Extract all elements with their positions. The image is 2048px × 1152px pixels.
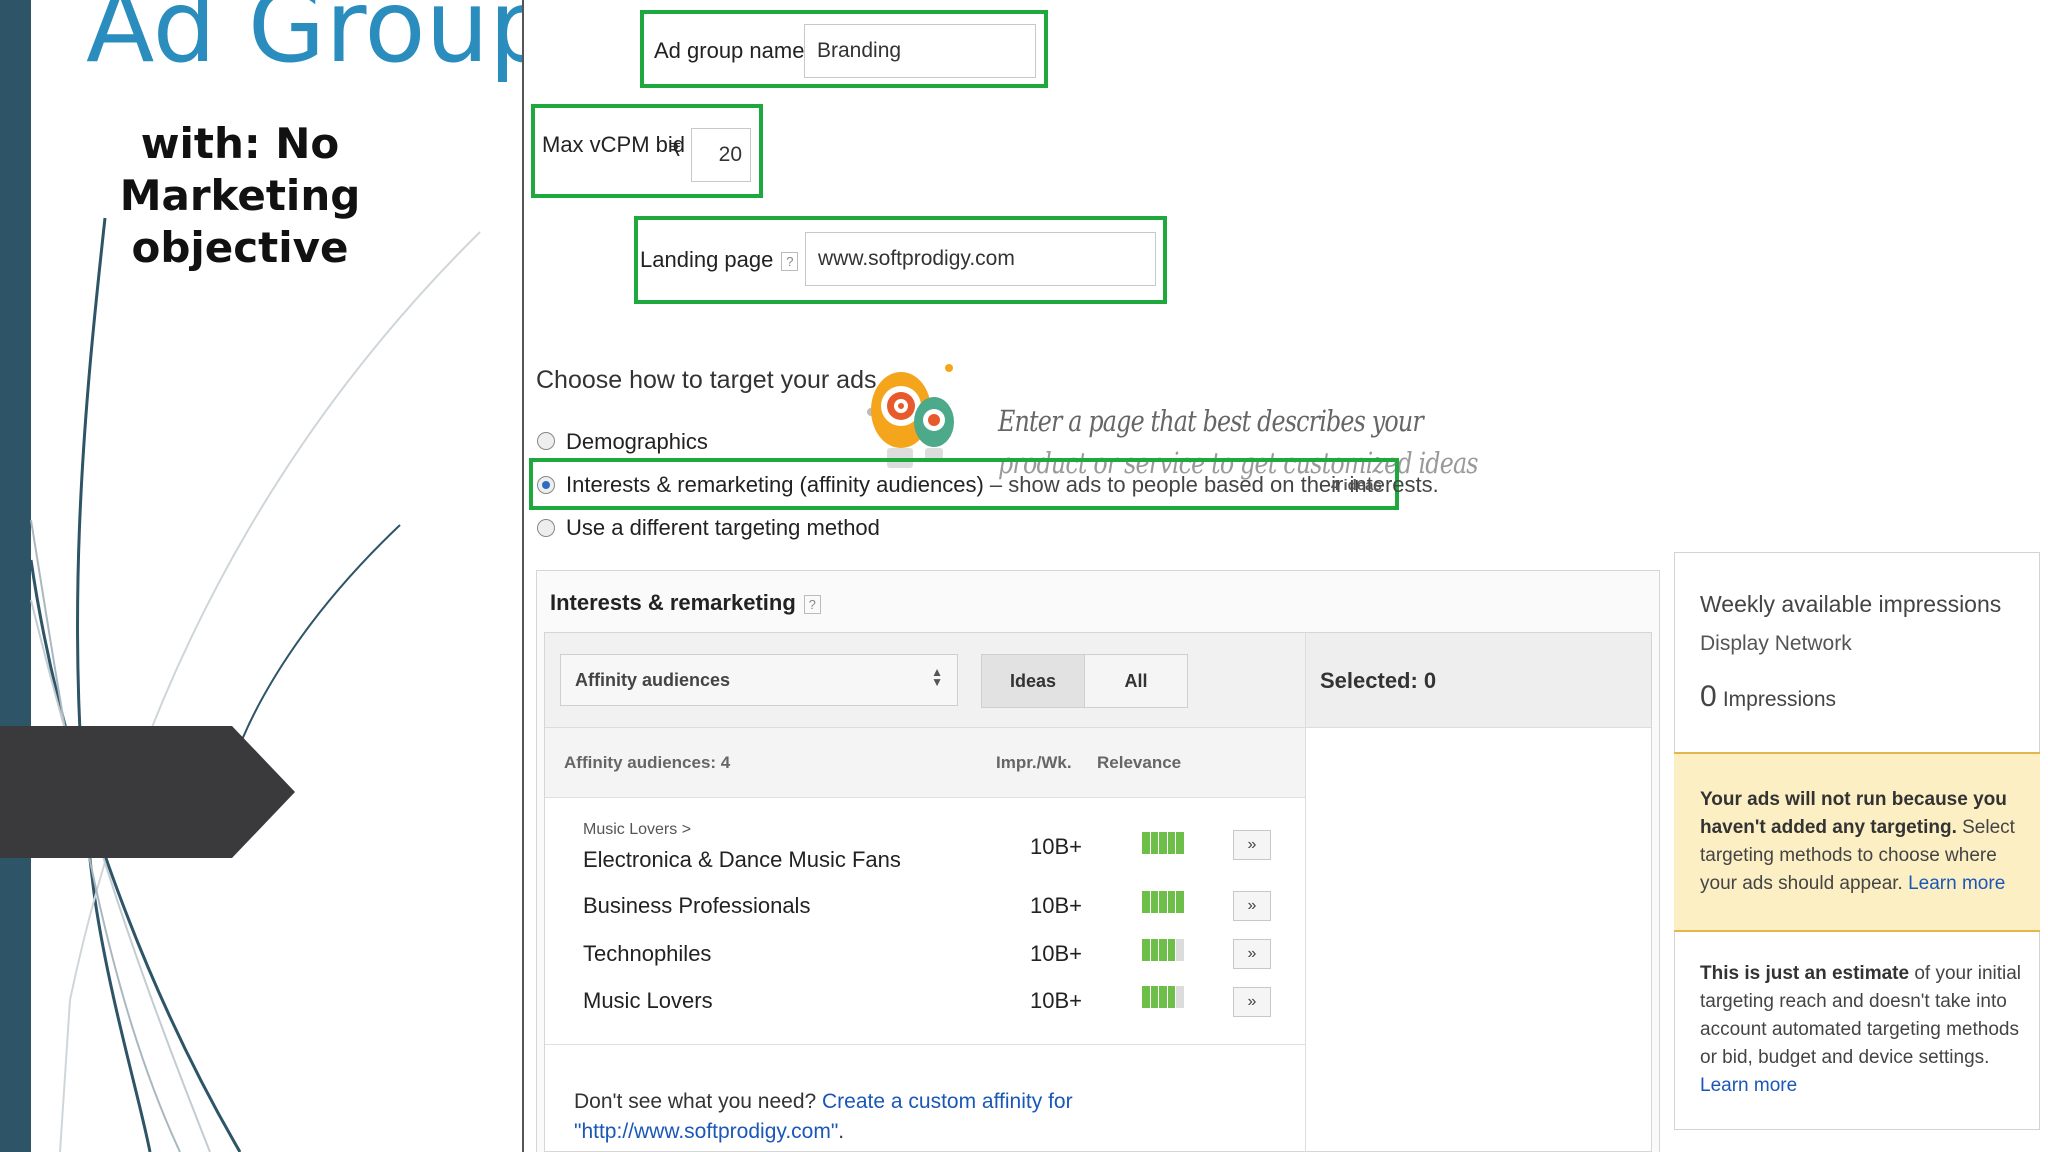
- tab-all[interactable]: All: [1084, 654, 1188, 708]
- relevance-bar-segment: [1176, 832, 1184, 854]
- estimate-note: This is just an estimate of your initial…: [1700, 960, 2026, 1100]
- row-audience-name: Technophiles: [583, 941, 712, 966]
- row-parent-category: Music Lovers >: [583, 821, 692, 838]
- row-impressions: 10B+: [1030, 988, 1082, 1013]
- relevance-bar-segment: [1167, 891, 1176, 913]
- col-header-relevance: Relevance: [1097, 753, 1182, 772]
- weekly-impressions-title: Weekly available impressions: [1700, 591, 2002, 617]
- max-vcpm-value: 20: [718, 143, 742, 166]
- relevance-bar-segment: [1176, 986, 1184, 1008]
- help-icon[interactable]: ?: [781, 251, 799, 271]
- relevance-bar-segment: [1150, 832, 1159, 854]
- rupee-icon: ₹: [670, 140, 682, 160]
- create-custom-affinity-link[interactable]: Create a custom affinity for: [822, 1090, 1073, 1113]
- warning-text: Your ads will not run because you haven'…: [1700, 786, 2020, 898]
- list-header-count: Affinity audiences: 4: [564, 753, 731, 772]
- slide-title: Ad Group: [86, 0, 524, 85]
- max-vcpm-label: Max vCPM bid: [542, 132, 686, 157]
- relevance-bar-segment: [1150, 939, 1159, 961]
- radio-interests-remarketing[interactable]: [537, 476, 555, 494]
- impressions-label: Impressions: [1722, 688, 1837, 711]
- relevance-bars: [1142, 986, 1184, 1008]
- panel-column-divider: [1305, 728, 1306, 1152]
- list-footer-divider: [545, 1044, 1305, 1045]
- add-audience-button[interactable]: »: [1233, 939, 1271, 969]
- targeting-heading: Choose how to target your ads: [536, 366, 877, 394]
- relevance-bar-segment: [1176, 891, 1184, 913]
- landing-page-label-text: Landing page: [640, 247, 774, 272]
- landing-page-input[interactable]: www.softprodigy.com: [805, 232, 1156, 286]
- relevance-bars: [1142, 832, 1184, 854]
- add-audience-button[interactable]: »: [1233, 987, 1271, 1017]
- relevance-bar-segment: [1159, 832, 1167, 854]
- landing-page-value: www.softprodigy.com: [818, 247, 1015, 270]
- network-name: Display Network: [1700, 632, 1852, 655]
- relevance-bar-segment: [1142, 832, 1150, 854]
- add-audience-button[interactable]: »: [1233, 830, 1271, 860]
- interests-panel-title-text: Interests & remarketing: [550, 590, 796, 615]
- vertical-divider: [522, 0, 524, 1152]
- relevance-bar-segment: [1176, 939, 1184, 961]
- relevance-bar-segment: [1150, 891, 1159, 913]
- ad-group-name-label: Ad group name: [654, 38, 805, 63]
- relevance-bar-segment: [1167, 832, 1176, 854]
- ad-group-form: Ad group name Branding Max vCPM bid ₹ 20…: [526, 0, 2048, 1152]
- ad-group-name-input[interactable]: Branding: [804, 24, 1036, 78]
- custom-affinity-url-link[interactable]: "http://www.softprodigy.com": [574, 1120, 838, 1143]
- row-impressions: 10B+: [1030, 893, 1082, 918]
- col-header-impressions: Impr./Wk.: [996, 753, 1072, 772]
- radio-label-interests[interactable]: Interests & remarketing (affinity audien…: [566, 472, 1439, 498]
- relevance-bars: [1142, 891, 1184, 913]
- interests-option-label: Interests & remarketing (affinity audien…: [566, 472, 984, 497]
- row-audience-name: Music Lovers: [583, 988, 713, 1013]
- landing-page-label: Landing page?: [640, 247, 799, 273]
- radio-label-demographics[interactable]: Demographics: [566, 429, 708, 455]
- row-audience-name: Electronica & Dance Music Fans: [583, 847, 901, 872]
- radio-demographics[interactable]: [537, 432, 555, 450]
- footer-end: .: [838, 1120, 845, 1143]
- ad-group-name-value: Branding: [817, 39, 902, 62]
- learn-more-link-2[interactable]: Learn more: [1700, 1075, 1797, 1096]
- learn-more-link[interactable]: Learn more: [1908, 873, 2005, 894]
- estimate-bold: This is just an estimate: [1700, 963, 1910, 984]
- relevance-bar-segment: [1167, 939, 1176, 961]
- selected-count: Selected: 0: [1320, 668, 1437, 693]
- audience-type-dropdown[interactable]: Affinity audiences ▲ ▼: [560, 654, 958, 706]
- slide-subtitle: with: No Marketing objective: [119, 119, 361, 272]
- impressions-total: 0 Impressions: [1700, 680, 1836, 714]
- updown-arrows-icon: ▲ ▼: [931, 665, 943, 689]
- tab-ideas[interactable]: Ideas: [981, 654, 1085, 708]
- relevance-bar-segment: [1159, 986, 1167, 1008]
- custom-affinity-prompt: Don't see what you need? Create a custom…: [574, 1087, 1073, 1147]
- impressions-count: 0: [1700, 680, 1717, 713]
- relevance-bar-segment: [1142, 891, 1150, 913]
- slide-panel: Ad Group with: No Marketing objective: [0, 0, 524, 1152]
- relevance-bar-segment: [1150, 986, 1159, 1008]
- audience-type-value: Affinity audiences: [575, 669, 731, 690]
- row-audience-name: Business Professionals: [583, 893, 811, 918]
- radio-label-different-method[interactable]: Use a different targeting method: [566, 515, 880, 541]
- relevance-bar-segment: [1159, 891, 1167, 913]
- overlay-hint-line1: Enter a page that best describes your: [998, 404, 1424, 438]
- row-impressions: 10B+: [1030, 941, 1082, 966]
- radio-different-method[interactable]: [537, 519, 555, 537]
- add-audience-button[interactable]: »: [1233, 891, 1271, 921]
- footer-prefix: Don't see what you need?: [574, 1090, 823, 1113]
- help-icon[interactable]: ?: [803, 594, 821, 614]
- relevance-bar-segment: [1167, 986, 1176, 1008]
- relevance-bars: [1142, 939, 1184, 961]
- relevance-bar-segment: [1142, 986, 1150, 1008]
- ideas-count-badge: 4 ideas: [1331, 477, 1382, 494]
- relevance-bar-segment: [1159, 939, 1167, 961]
- max-vcpm-input[interactable]: 20: [691, 128, 751, 182]
- row-impressions: 10B+: [1030, 834, 1082, 859]
- relevance-bar-segment: [1142, 939, 1150, 961]
- interests-panel-title: Interests & remarketing?: [550, 590, 821, 616]
- arrow-shape: [0, 726, 295, 858]
